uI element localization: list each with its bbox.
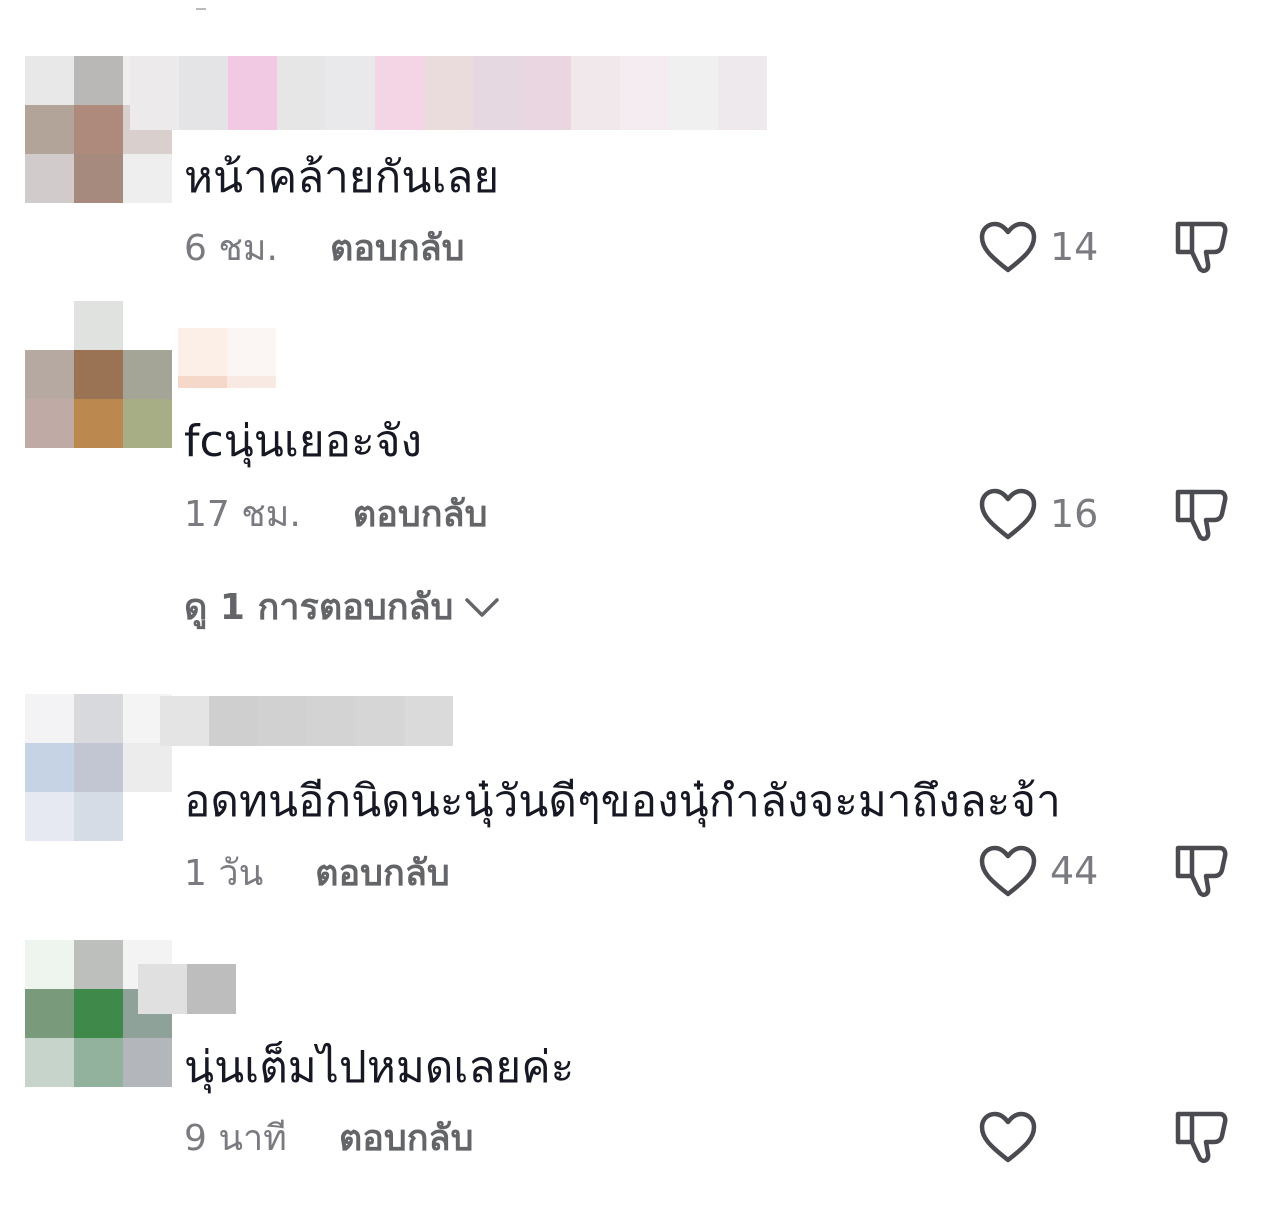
- comment-time: 9 นาที: [184, 1118, 287, 1159]
- reply-button[interactable]: ตอบกลับ: [339, 1118, 474, 1159]
- like-count: 44: [1050, 849, 1099, 893]
- like-button[interactable]: 16: [978, 487, 1098, 541]
- heart-outline-icon: [979, 221, 1037, 273]
- like-count: 14: [1050, 225, 1099, 269]
- comment-meta: 17 ชม. ตอบกลับ: [184, 492, 487, 538]
- comment-text: อดทนอีกนิดนะนุ๋วันดีๆของนุ๋กำลังจะมาถึงล…: [184, 776, 1061, 827]
- username-blurred[interactable]: [178, 328, 276, 388]
- username-blurred[interactable]: [138, 964, 236, 1014]
- comment-time: 1 วัน: [184, 853, 264, 894]
- thumbs-down-icon: [1175, 1111, 1228, 1164]
- thumbs-down-icon: [1175, 489, 1228, 542]
- heart-outline-icon: [979, 488, 1037, 540]
- comment-text: นุ่นเต็มไปหมดเลยค่ะ: [184, 1042, 575, 1093]
- comment-meta: 9 นาที ตอบกลับ: [184, 1116, 473, 1162]
- dislike-button[interactable]: [1172, 840, 1230, 904]
- heart-outline-icon: [979, 845, 1037, 897]
- username-blurred[interactable]: [160, 696, 453, 746]
- view-replies-button[interactable]: ดู 1 การตอบกลับ: [184, 584, 501, 632]
- comment-meta: 1 วัน ตอบกลับ: [184, 851, 450, 897]
- comment-meta: 6 ชม. ตอบกลับ: [184, 226, 465, 272]
- dislike-button[interactable]: [1172, 484, 1230, 548]
- view-replies-label: ดู 1 การตอบกลับ: [184, 587, 454, 628]
- comment-time: 6 ชม.: [184, 228, 278, 269]
- like-button[interactable]: 44: [978, 844, 1098, 898]
- chevron-down-icon: [465, 598, 500, 617]
- comment-text: หน้าคล้ายกันเลย: [184, 152, 500, 203]
- avatar[interactable]: [25, 694, 172, 841]
- like-button[interactable]: [978, 1110, 1050, 1164]
- reply-button[interactable]: ตอบกลับ: [353, 494, 488, 535]
- reply-button[interactable]: ตอบกลับ: [315, 853, 450, 894]
- dislike-button[interactable]: [1172, 1106, 1230, 1170]
- thumbs-down-icon: [1175, 845, 1228, 898]
- dislike-button[interactable]: [1172, 216, 1230, 280]
- thumbs-down-icon: [1175, 221, 1228, 274]
- like-button[interactable]: 14: [978, 220, 1098, 274]
- avatar[interactable]: [25, 301, 172, 448]
- heart-outline-icon: [979, 1111, 1037, 1163]
- comment-time: 17 ชม.: [184, 494, 301, 535]
- like-count: 16: [1050, 492, 1099, 536]
- comment-text: fcนุ่นเยอะจัง: [184, 416, 422, 467]
- reply-button[interactable]: ตอบกลับ: [330, 228, 465, 269]
- scroll-indicator: [196, 8, 206, 10]
- username-blurred[interactable]: [130, 56, 767, 130]
